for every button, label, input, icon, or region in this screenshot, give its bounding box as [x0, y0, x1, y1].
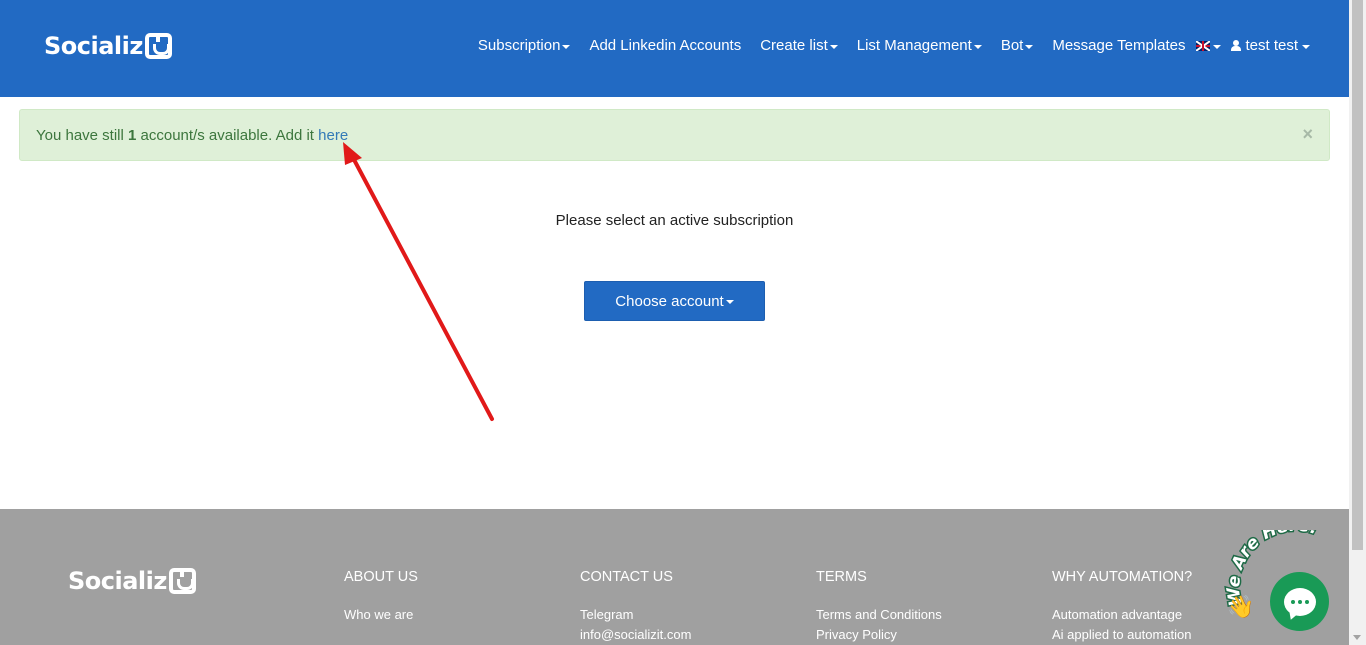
nav-add-linkedin-accounts[interactable]: Add Linkedin Accounts — [589, 37, 741, 54]
caret-down-icon — [562, 44, 571, 49]
nav-list-management-label: List Management — [856, 37, 972, 54]
nav-subscription[interactable]: Subscription — [478, 37, 571, 54]
logo[interactable]: Socializ — [44, 32, 172, 60]
footer-about-heading: ABOUT US — [344, 569, 418, 585]
logo-mark-icon — [144, 33, 172, 59]
logo-text: Socializ — [44, 32, 143, 60]
nav-message-templates-label: Message Templates — [1052, 37, 1186, 54]
language-selector[interactable] — [1196, 40, 1222, 51]
choose-account-button[interactable]: Choose account — [584, 281, 765, 321]
accounts-available-alert: You have still 1 account/s available. Ad… — [19, 109, 1330, 161]
footer-terms: TERMS Terms and Conditions Privacy Polic… — [816, 569, 942, 645]
choose-account-label: Choose account — [615, 292, 724, 310]
caret-down-icon — [1213, 44, 1222, 49]
nav-bot-label: Bot — [1000, 37, 1024, 54]
nav-message-templates[interactable]: Message Templates — [1052, 37, 1185, 54]
footer-link-privacy[interactable]: Privacy Policy — [816, 625, 942, 645]
user-name: test test — [1245, 37, 1298, 54]
close-icon[interactable]: × — [1302, 124, 1313, 145]
chat-button[interactable] — [1270, 572, 1329, 631]
caret-down-icon — [1025, 44, 1034, 49]
logo-mark-icon — [168, 568, 196, 594]
alert-middle: account/s available. Add it — [136, 127, 319, 144]
nav-add-linkedin-label: Add Linkedin Accounts — [589, 37, 742, 54]
footer-link-email[interactable]: info@socializit.com — [580, 625, 691, 645]
footer-logo[interactable]: Socializ — [68, 567, 196, 595]
footer-link-terms[interactable]: Terms and Conditions — [816, 605, 942, 625]
footer-logo-text: Socializ — [68, 567, 167, 595]
caret-down-icon — [1302, 44, 1310, 49]
nav-create-list[interactable]: Create list — [760, 37, 838, 54]
page-scrollbar[interactable] — [1349, 0, 1366, 645]
footer-link-telegram[interactable]: Telegram — [580, 605, 691, 625]
uk-flag-icon — [1196, 40, 1211, 51]
nav-list-management[interactable]: List Management — [857, 37, 982, 54]
footer-contact-heading: CONTACT US — [580, 569, 673, 585]
nav-menu: Subscription Add Linkedin Accounts Creat… — [459, 37, 1310, 54]
scrollbar-thumb[interactable] — [1352, 0, 1363, 550]
nav-create-list-label: Create list — [760, 37, 828, 54]
caret-down-icon — [973, 44, 982, 49]
footer-link-automation-advantage[interactable]: Automation advantage — [1052, 605, 1192, 625]
footer-why-automation: WHY AUTOMATION? Automation advantage Ai … — [1052, 569, 1192, 645]
caret-down-icon — [725, 300, 734, 304]
user-icon — [1231, 40, 1242, 51]
footer-contact: CONTACT US Telegram info@socializit.com — [580, 569, 691, 645]
select-subscription-prompt: Please select an active subscription — [555, 212, 794, 229]
chat-bubble-icon — [1283, 587, 1316, 616]
caret-down-icon — [829, 44, 838, 49]
alert-message: You have still 1 account/s available. Ad… — [36, 127, 348, 144]
nav-subscription-label: Subscription — [477, 37, 561, 54]
footer-why-heading: WHY AUTOMATION? — [1052, 569, 1193, 585]
footer-terms-heading: TERMS — [816, 569, 867, 585]
user-menu[interactable]: test test — [1231, 37, 1310, 54]
nav-bot[interactable]: Bot — [1001, 37, 1034, 54]
footer-link-who-we-are[interactable]: Who we are — [344, 605, 418, 625]
scroll-down-arrow-icon[interactable] — [1353, 635, 1361, 640]
footer-about: ABOUT US Who we are — [344, 569, 418, 625]
footer: Socializ ABOUT US Who we are CONTACT US … — [0, 509, 1349, 645]
add-account-here-link[interactable]: here — [318, 127, 348, 144]
footer-link-ai-automation[interactable]: Ai applied to automation — [1052, 625, 1192, 645]
waving-hand-icon: 👋 — [1227, 594, 1255, 619]
alert-prefix: You have still — [36, 127, 129, 144]
top-navbar: Socializ Subscription Add Linkedin Accou… — [0, 0, 1349, 97]
